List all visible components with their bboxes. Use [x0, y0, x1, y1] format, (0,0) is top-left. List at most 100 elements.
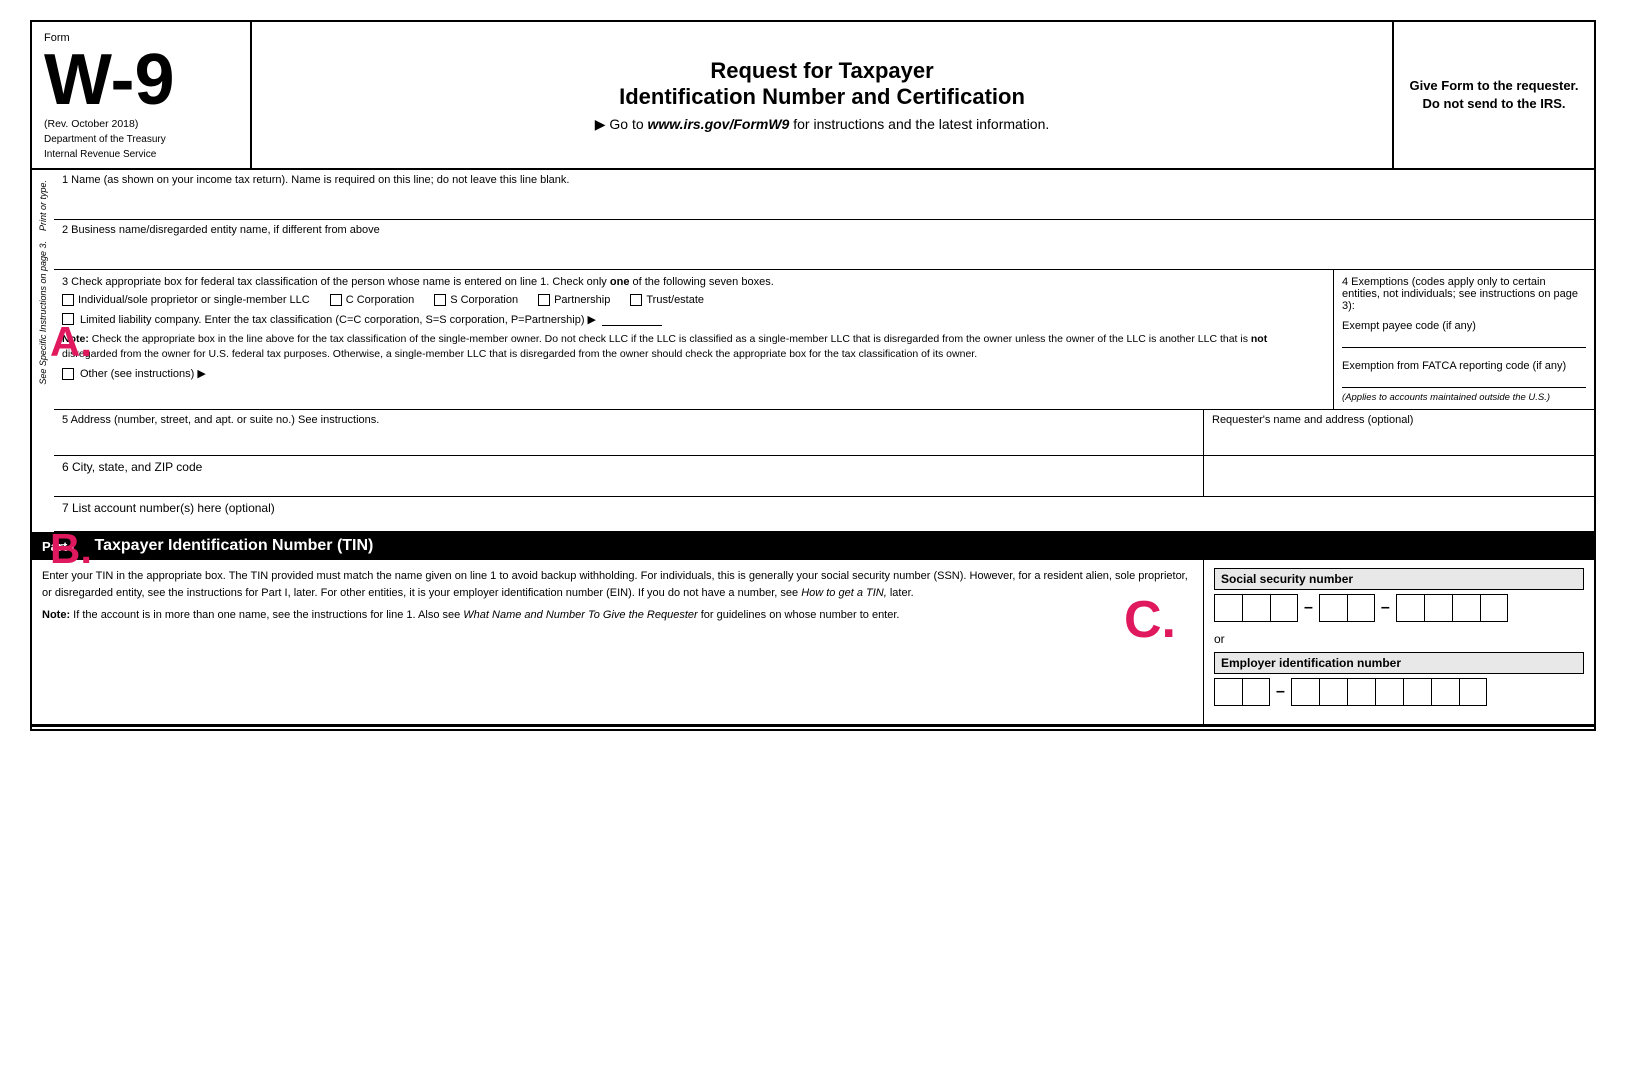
note-row: Note: Check the appropriate box in the l… [62, 332, 1325, 361]
ssn-cell-9[interactable] [1480, 594, 1508, 622]
row-6-wrapper: 6 City, state, and ZIP code [54, 456, 1594, 497]
form-title-line2: Identification Number and Certification [272, 84, 1372, 110]
ssn-cell-7[interactable] [1424, 594, 1452, 622]
form-dept2: Internal Revenue Service [44, 149, 238, 160]
ssn-cell-8[interactable] [1452, 594, 1480, 622]
ein-section: Employer identification number – [1214, 652, 1584, 706]
chk-individual: Individual/sole proprietor or single-mem… [62, 294, 310, 306]
row-2: 2 Business name/disregarded entity name,… [54, 220, 1594, 270]
ein-cell-5[interactable] [1347, 678, 1375, 706]
fatca-line[interactable] [1342, 374, 1586, 388]
form-body: Print or type. See Specific Instructions… [30, 170, 1596, 727]
ssn-group-1 [1214, 594, 1298, 622]
header-right: Give Form to the requester. Do not send … [1394, 22, 1594, 168]
bottom-border [30, 727, 1596, 731]
llc-row: Limited liability company. Enter the tax… [62, 312, 1325, 326]
ein-cell-7[interactable] [1403, 678, 1431, 706]
ein-group-1 [1214, 678, 1270, 706]
ssn-cell-4[interactable] [1319, 594, 1347, 622]
part-1-left: Enter your TIN in the appropriate box. T… [32, 560, 1204, 724]
ssn-dash-1: – [1304, 599, 1313, 617]
row-7: 7 List account number(s) here (optional) [54, 497, 1594, 532]
ssn-label: Social security number [1214, 568, 1584, 590]
side-label-print: Print or type. [38, 180, 48, 231]
form-url: www.irs.gov/FormW9 [648, 116, 790, 132]
chk-c-corp: C Corporation [330, 294, 414, 306]
row-1-label: 1 Name (as shown on your income tax retu… [62, 174, 1586, 186]
row-5-6: 5 Address (number, street, and apt. or s… [54, 410, 1594, 456]
row-3-title: 3 Check appropriate box for federal tax … [62, 276, 1325, 288]
chk-c-corp-box[interactable] [330, 294, 342, 306]
side-label-see: See Specific Instructions on page 3. [38, 241, 48, 385]
part-1-note: Note: If the account is in more than one… [42, 607, 1193, 624]
row-5-wrapper: 5 Address (number, street, and apt. or s… [54, 410, 1594, 456]
exemptions-title: 4 Exemptions (codes apply only to certai… [1342, 276, 1586, 312]
chk-trust-box[interactable] [630, 294, 642, 306]
row-3: 3 Check appropriate box for federal tax … [54, 270, 1334, 409]
row-5: 5 Address (number, street, and apt. or s… [54, 410, 1204, 455]
form-goto-suffix: for instructions and the latest informat… [793, 116, 1049, 132]
chk-partnership: Partnership [538, 294, 610, 306]
header-center: Request for Taxpayer Identification Numb… [252, 22, 1394, 168]
ssn-group-3 [1396, 594, 1508, 622]
part-1-body: Enter your TIN in the appropriate box. T… [32, 560, 1594, 725]
ssn-cell-2[interactable] [1242, 594, 1270, 622]
ein-dash: – [1276, 683, 1285, 701]
row-3-4: 3 Check appropriate box for federal tax … [54, 270, 1594, 410]
ein-cell-1[interactable] [1214, 678, 1242, 706]
form-goto: ▶ Go to www.irs.gov/FormW9 for instructi… [272, 116, 1372, 133]
part-1-text: Enter your TIN in the appropriate box. T… [42, 568, 1193, 601]
chk-individual-box[interactable] [62, 294, 74, 306]
row-2-container: 2 Business name/disregarded entity name,… [54, 220, 1594, 270]
row-6: 6 City, state, and ZIP code [54, 456, 1594, 497]
ein-cell-4[interactable] [1319, 678, 1347, 706]
part-1-title: Taxpayer Identification Number (TIN) [95, 537, 374, 555]
part-1-header: Part I Taxpayer Identification Number (T… [32, 532, 1594, 560]
ssn-group-2 [1319, 594, 1375, 622]
exempt-payee-label: Exempt payee code (if any) [1342, 320, 1586, 332]
header-left: Form W-9 (Rev. October 2018) Department … [32, 22, 252, 168]
row-6-left: 6 City, state, and ZIP code [54, 456, 1204, 496]
side-labels: Print or type. See Specific Instructions… [32, 220, 54, 345]
part-1-label: Part I [42, 539, 75, 554]
or-text: or [1214, 632, 1584, 646]
ssn-cell-5[interactable] [1347, 594, 1375, 622]
ssn-section: Social security number – [1214, 568, 1584, 622]
ein-label: Employer identification number [1214, 652, 1584, 674]
form-title-line1: Request for Taxpayer [272, 58, 1372, 84]
ssn-cell-1[interactable] [1214, 594, 1242, 622]
checkbox-row: Individual/sole proprietor or single-mem… [62, 294, 1325, 306]
part-1-right: C. Social security number – [1204, 560, 1594, 724]
fatca-note: (Applies to accounts maintained outside … [1342, 392, 1586, 403]
row-1: 1 Name (as shown on your income tax retu… [54, 170, 1594, 220]
ein-cell-8[interactable] [1431, 678, 1459, 706]
ein-group-2 [1291, 678, 1487, 706]
chk-llc-box[interactable] [62, 313, 74, 325]
other-row: Other (see instructions) ▶ [62, 367, 1325, 380]
ein-cell-2[interactable] [1242, 678, 1270, 706]
ssn-dash-2: – [1381, 599, 1390, 617]
chk-s-corp-box[interactable] [434, 294, 446, 306]
ein-cell-9[interactable] [1459, 678, 1487, 706]
give-form-text: Give Form to the requester. Do not send … [1406, 77, 1582, 113]
exempt-payee-line[interactable] [1342, 334, 1586, 348]
form-name: W-9 [44, 44, 238, 116]
ein-cell-3[interactable] [1291, 678, 1319, 706]
chk-trust: Trust/estate [630, 294, 704, 306]
row-4: 4 Exemptions (codes apply only to certai… [1334, 270, 1594, 409]
ssn-cell-3[interactable] [1270, 594, 1298, 622]
ein-cell-6[interactable] [1375, 678, 1403, 706]
llc-input[interactable] [602, 312, 662, 326]
row-5-label: 5 Address (number, street, and apt. or s… [62, 414, 1195, 426]
ssn-cell-6[interactable] [1396, 594, 1424, 622]
ein-boxes: – [1214, 678, 1584, 706]
fatca-label: Exemption from FATCA reporting code (if … [1342, 360, 1586, 372]
requester-box: Requester's name and address (optional) [1204, 410, 1594, 455]
chk-other-box[interactable] [62, 368, 74, 380]
row-1-container: 1 Name (as shown on your income tax retu… [54, 170, 1594, 220]
row-7-wrapper: 7 List account number(s) here (optional) [54, 497, 1594, 532]
row-2-label: 2 Business name/disregarded entity name,… [62, 224, 1586, 236]
form-header: Form W-9 (Rev. October 2018) Department … [30, 20, 1596, 170]
chk-partnership-box[interactable] [538, 294, 550, 306]
ssn-boxes: – – [1214, 594, 1584, 622]
